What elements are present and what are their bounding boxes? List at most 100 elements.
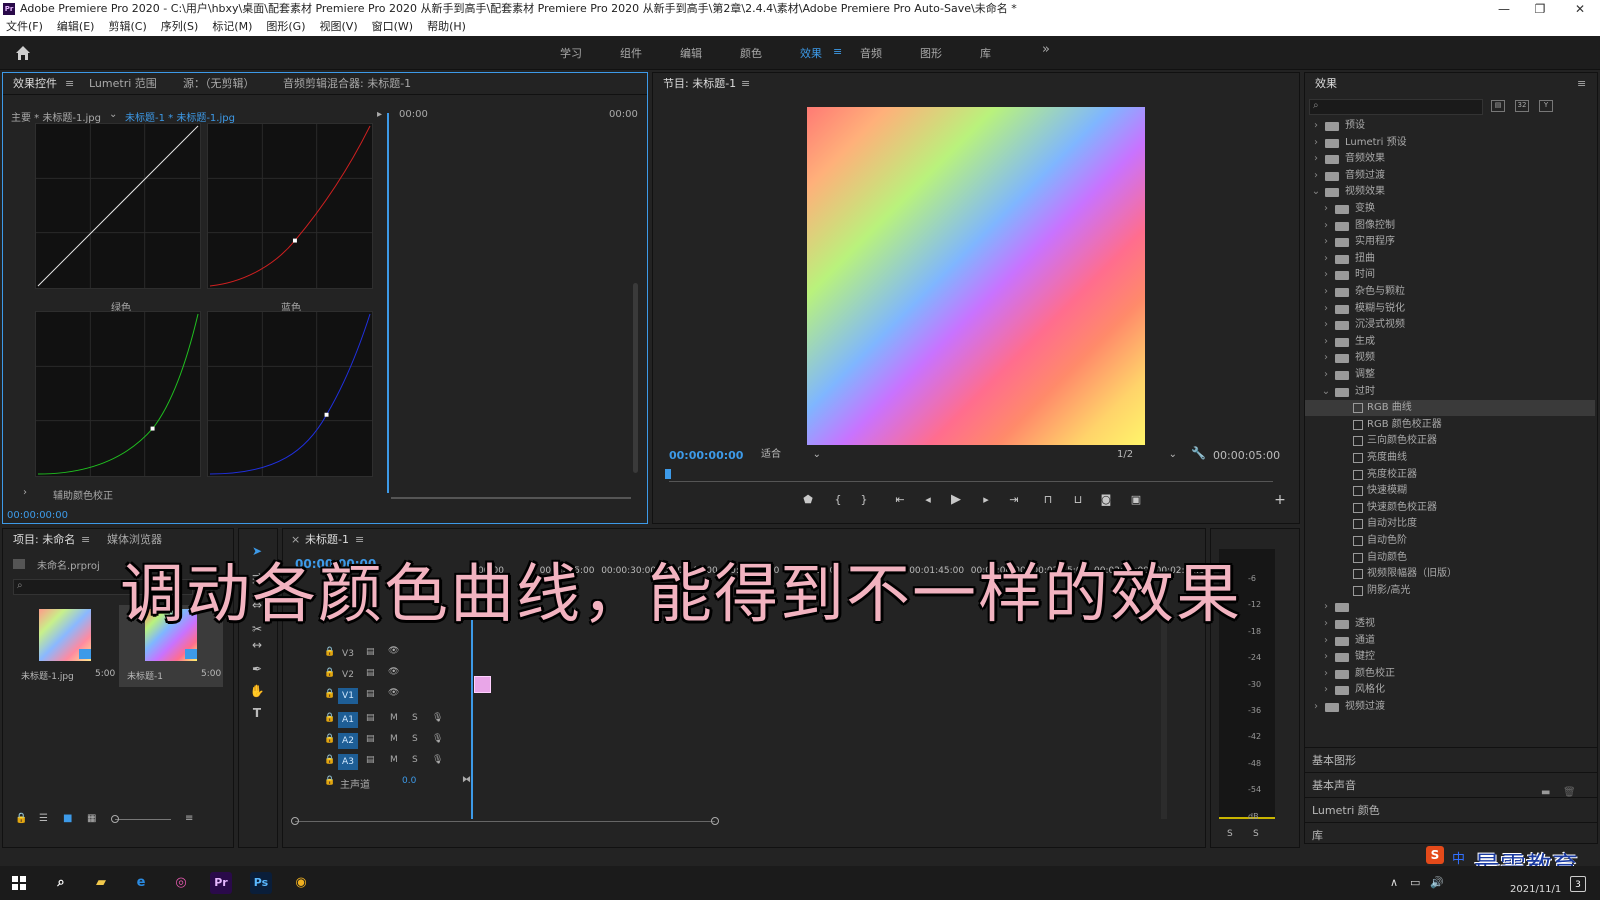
effect-item[interactable]: RGB 曲线 [1305, 400, 1595, 417]
mute-button[interactable]: M [390, 734, 398, 744]
effect-item[interactable]: 自动对比度 [1305, 516, 1595, 532]
track-lock-icon[interactable]: 🔒 [324, 713, 335, 723]
tab-effect-controls-menu-icon[interactable]: ≡ [65, 73, 74, 95]
compare-view-icon[interactable]: ▣ [1129, 493, 1143, 507]
taskbar-date[interactable]: 2021/11/1 [1510, 884, 1561, 895]
sync-lock-icon[interactable]: ▤ [366, 755, 375, 765]
sort-icon[interactable]: ≡ [185, 813, 193, 824]
workspace-tab-graphics[interactable]: 图形 [920, 45, 942, 61]
file-explorer-icon[interactable]: ▰ [90, 872, 112, 894]
lock-icon[interactable]: 🔒 [15, 813, 27, 824]
chevron-right-icon[interactable]: › [1321, 367, 1331, 383]
go-to-in-icon[interactable]: ⇤ [893, 493, 907, 507]
list-view-icon[interactable]: ☰ [39, 813, 48, 824]
track-a3[interactable]: 🔒 A3 ▤ M S 🎙 [310, 753, 480, 771]
eye-icon[interactable]: 👁 [388, 667, 399, 677]
program-scrub-bar[interactable] [669, 481, 1273, 482]
zoom-slider[interactable] [115, 819, 171, 820]
effect-item[interactable]: 快速颜色校正器 [1305, 500, 1595, 516]
effect-item[interactable]: 自动色阶 [1305, 533, 1595, 549]
pen-tool-icon[interactable]: ✒ [249, 662, 265, 678]
ime-mode[interactable]: 中 [1452, 848, 1465, 867]
effects-folder[interactable]: ⌄ 过时 [1305, 384, 1595, 400]
workspace-tab-effects[interactable]: 效果 [800, 45, 822, 61]
resolution-dropdown[interactable]: 1/2 ⌄ [1113, 447, 1181, 463]
track-lock-icon[interactable]: 🔒 [324, 755, 335, 765]
play-icon[interactable]: ▶ [949, 493, 963, 507]
track-lock-icon[interactable]: 🔒 [324, 734, 335, 744]
effects-folder[interactable]: › 生成 [1305, 334, 1595, 350]
menu-edit[interactable]: 编辑(E) [57, 18, 101, 36]
lift-icon[interactable]: ⊓ [1041, 493, 1055, 507]
program-monitor-title[interactable]: 节目: 未标题-1 [663, 73, 736, 95]
mute-button[interactable]: M [390, 755, 398, 765]
track-lock-icon[interactable]: 🔒 [324, 776, 335, 786]
restore-icon[interactable]: ❐ [1522, 0, 1558, 18]
media-app-icon[interactable]: ◎ [170, 872, 192, 894]
master-clip-label[interactable]: 主要 * 未标题-1.jpg [11, 109, 101, 124]
track-v1[interactable]: 🔒 V1 ▤ 👁 [310, 687, 480, 705]
tab-audio-clip-mixer[interactable]: 音频剪辑混合器: 未标题-1 [283, 73, 411, 95]
tab-project[interactable]: 项目: 未命名 [13, 529, 75, 551]
workspace-tab-assembly[interactable]: 组件 [620, 45, 642, 61]
master-track-value[interactable]: 0.0 [402, 776, 416, 786]
clip-dropdown-icon[interactable]: ⌄ [109, 109, 117, 120]
extract-icon[interactable]: ⊔ [1071, 493, 1085, 507]
chevron-right-icon[interactable]: › [1321, 234, 1331, 250]
effects-folder[interactable]: › 时间 [1305, 267, 1595, 283]
effects-folder[interactable]: › 变换 [1305, 201, 1595, 217]
notification-count[interactable]: 3 [1570, 876, 1586, 892]
chevron-right-icon[interactable]: › [1311, 151, 1321, 167]
wrench-icon[interactable]: 🔧 [1191, 446, 1206, 460]
chevron-right-icon[interactable]: › [1311, 168, 1321, 184]
effects-menu-icon[interactable]: ≡ [1577, 73, 1586, 95]
tab-source[interactable]: 源：（无剪辑） [183, 73, 255, 95]
mute-button[interactable]: M [390, 713, 398, 723]
chevron-right-icon[interactable]: › [1321, 682, 1331, 698]
step-back-icon[interactable]: ◂ [921, 493, 935, 507]
workspace-menu-icon[interactable]: ≡ [833, 45, 842, 58]
zoom-slider-handle[interactable] [111, 815, 119, 823]
track-lock-icon[interactable]: 🔒 [324, 689, 335, 699]
track-v2[interactable]: 🔒 V2 ▤ 👁 [310, 666, 480, 684]
sequence-tab[interactable]: 未标题-1 [305, 529, 349, 551]
freeform-view-icon[interactable]: ▦ [87, 813, 96, 824]
chevron-right-icon[interactable]: › [1321, 284, 1331, 300]
mark-out-icon[interactable]: } [857, 493, 871, 507]
yuv-effects-icon[interactable]: Y [1539, 100, 1553, 112]
volume-icon[interactable]: 🔊 [1430, 876, 1444, 889]
effects-folder[interactable]: › 视频 [1305, 350, 1595, 366]
effects-folder[interactable]: › 实用程序 [1305, 234, 1595, 250]
effects-folder[interactable]: ⌄ 视频效果 [1305, 184, 1595, 200]
green-curve[interactable] [35, 311, 201, 477]
effects-folder[interactable]: › 图像控制 [1305, 218, 1595, 234]
premiere-taskbar-icon[interactable]: Pr [210, 872, 232, 894]
windows-start-icon[interactable] [12, 876, 26, 890]
close-icon[interactable]: ✕ [1562, 0, 1598, 18]
workspace-tab-color[interactable]: 颜色 [740, 45, 762, 61]
sync-lock-icon[interactable]: ▤ [366, 689, 375, 699]
menu-window[interactable]: 窗口(W) [372, 18, 419, 36]
libraries-section[interactable]: 库 [1304, 822, 1598, 847]
menu-view[interactable]: 视图(V) [320, 18, 364, 36]
menu-file[interactable]: 文件(F) [6, 18, 49, 36]
sync-lock-icon[interactable]: ▤ [366, 647, 375, 657]
red-curve[interactable] [207, 123, 373, 289]
menu-marker[interactable]: 标记(M) [212, 18, 258, 36]
chevron-right-icon[interactable]: › [1321, 218, 1331, 234]
project-menu-icon[interactable]: ≡ [81, 529, 90, 551]
chevron-right-icon[interactable]: › [1311, 699, 1321, 715]
eye-icon[interactable]: 👁 [388, 688, 399, 698]
hand-tool-icon[interactable]: ✋ [249, 684, 265, 700]
solo-button[interactable]: S [412, 734, 418, 744]
chevron-right-icon[interactable]: › [1321, 301, 1331, 317]
solo-button[interactable]: S [412, 713, 418, 723]
solo-button[interactable]: S [412, 755, 418, 765]
sequence-clip-label[interactable]: 未标题-1 * 未标题-1.jpg [125, 109, 235, 124]
effects-folder[interactable]: › 音频过渡 [1305, 168, 1595, 184]
tab-effect-controls[interactable]: 效果控件 [13, 73, 57, 95]
edge-browser-icon[interactable]: e [130, 872, 152, 894]
photoshop-taskbar-icon[interactable]: Ps [250, 872, 272, 894]
sync-lock-icon[interactable]: ▤ [366, 734, 375, 744]
timeline-zoom-right-handle[interactable] [711, 817, 719, 825]
